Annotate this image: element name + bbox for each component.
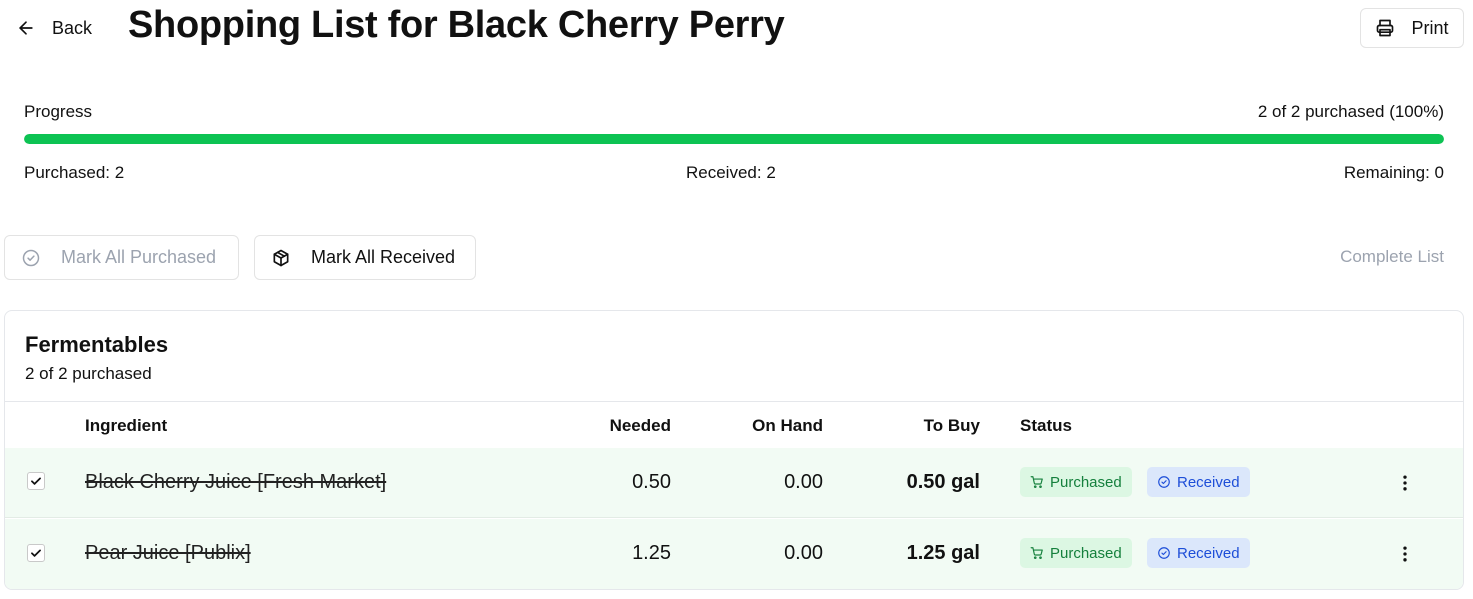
column-header-needed: Needed [609, 416, 671, 435]
ingredient-name: Black Cherry Juice [Fresh Market] [85, 471, 387, 493]
page-header: Back Shopping List for Black Cherry Perr… [0, 0, 1473, 60]
to-buy-value: 1.25 gal [906, 542, 980, 564]
received-badge[interactable]: Received [1147, 467, 1250, 497]
package-icon [273, 249, 289, 266]
divider [5, 401, 1463, 402]
row-checkbox[interactable] [27, 544, 45, 562]
purchased-badge-label: Purchased [1050, 544, 1122, 562]
received-badge-label: Received [1177, 473, 1240, 491]
check-circle-icon [1158, 476, 1170, 488]
print-label: Print [1411, 17, 1449, 38]
back-button[interactable]: Back [16, 14, 92, 42]
back-label: Back [52, 17, 93, 38]
remaining-count: Remaining: 0 [1343, 163, 1444, 182]
needed-value: 1.25 [632, 542, 671, 564]
purchased-count: Purchased: 2 [24, 163, 125, 182]
row-checkbox[interactable] [27, 472, 45, 490]
received-badge-label: Received [1177, 544, 1240, 562]
section-title: Fermentables [25, 332, 169, 357]
mark-all-received-label: Mark All Received [311, 247, 456, 267]
needed-value: 0.50 [632, 471, 671, 493]
progress-count: 2 of 2 purchased (100%) [1257, 102, 1444, 121]
row-menu-button[interactable] [1393, 470, 1417, 496]
purchased-badge[interactable]: Purchased [1020, 538, 1132, 568]
column-header-to-buy: To Buy [923, 416, 980, 435]
column-header-ingredient: Ingredient [85, 416, 168, 435]
on-hand-value: 0.00 [784, 471, 823, 493]
checkmark-icon [31, 549, 41, 557]
arrow-left-icon [19, 21, 33, 35]
on-hand-value: 0.00 [784, 542, 823, 564]
table-row: Pear Juice [Publix] 1.25 0.00 1.25 gal P… [5, 519, 1463, 589]
mark-all-purchased-button[interactable]: Mark All Purchased [4, 235, 239, 280]
table-row: Black Cherry Juice [Fresh Market] 0.50 0… [5, 448, 1463, 518]
more-vertical-icon [1403, 546, 1407, 562]
page-title: Shopping List for Black Cherry Perry [128, 4, 785, 46]
print-button[interactable]: Print [1360, 8, 1464, 48]
purchased-badge[interactable]: Purchased [1020, 467, 1132, 497]
received-count: Received: 2 [686, 163, 776, 182]
purchased-badge-label: Purchased [1050, 473, 1122, 491]
more-vertical-icon [1403, 475, 1407, 491]
mark-all-received-button[interactable]: Mark All Received [254, 235, 476, 280]
check-circle-icon [22, 249, 40, 266]
progress-label: Progress [24, 102, 93, 121]
checkmark-icon [31, 477, 41, 485]
received-badge[interactable]: Received [1147, 538, 1250, 568]
section-subtitle: 2 of 2 purchased [25, 364, 152, 383]
column-header-status: Status [1020, 416, 1072, 435]
complete-list-button[interactable]: Complete List [1340, 247, 1444, 267]
column-header-on-hand: On Hand [752, 416, 823, 435]
printer-icon [1377, 19, 1394, 37]
progress-bar-fill [24, 134, 1444, 144]
to-buy-value: 0.50 gal [906, 471, 980, 493]
row-menu-button[interactable] [1393, 541, 1417, 567]
mark-all-purchased-label: Mark All Purchased [61, 247, 217, 267]
check-circle-icon [1158, 547, 1170, 559]
ingredient-name: Pear Juice [Publix] [85, 542, 251, 564]
cart-icon [1030, 547, 1043, 560]
fermentables-card: Fermentables 2 of 2 purchased Ingredient… [4, 310, 1464, 590]
cart-icon [1030, 476, 1043, 489]
progress-bar [24, 134, 1444, 144]
